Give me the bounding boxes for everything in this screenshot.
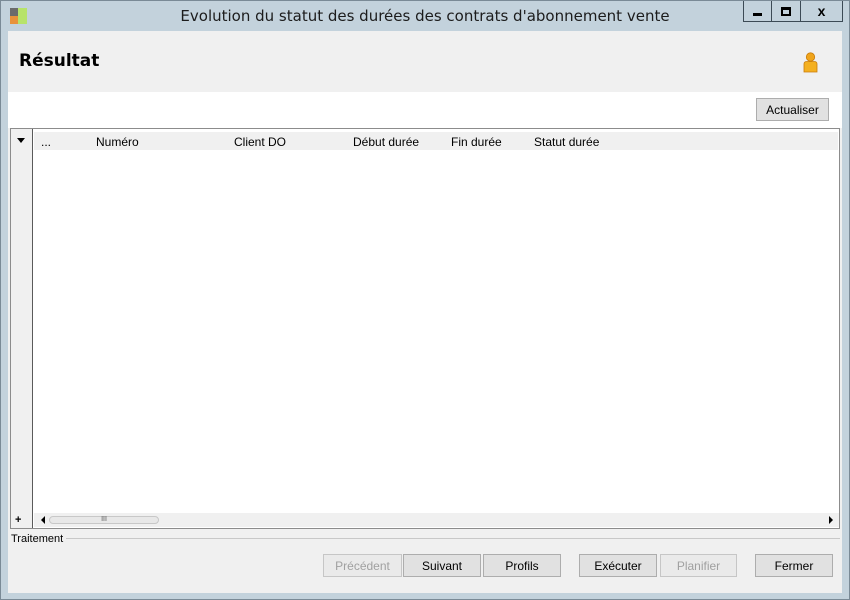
chevron-down-icon[interactable] bbox=[17, 138, 25, 143]
column-header-end[interactable]: Fin durée bbox=[451, 135, 502, 149]
title-bar[interactable]: Evolution du statut des durées des contr… bbox=[1, 1, 849, 31]
treatment-group: Traitement Précédent Suivant Profils Exé… bbox=[8, 531, 842, 593]
column-header-client[interactable]: Client DO bbox=[234, 135, 286, 149]
profiles-button[interactable]: Profils bbox=[483, 554, 561, 577]
refresh-button[interactable]: Actualiser bbox=[756, 98, 829, 121]
maximize-icon bbox=[781, 6, 791, 16]
client-area: Résultat Actualiser ... Numéro Client DO… bbox=[8, 31, 842, 593]
plan-button[interactable]: Planifier bbox=[660, 554, 737, 577]
page-title: Résultat bbox=[19, 51, 100, 71]
column-header-start[interactable]: Début durée bbox=[353, 135, 419, 149]
previous-button[interactable]: Précédent bbox=[323, 554, 402, 577]
grid-row-selector-column bbox=[11, 129, 33, 528]
close-button[interactable]: Fermer bbox=[755, 554, 833, 577]
close-window-button[interactable]: x bbox=[800, 1, 843, 22]
close-icon: x bbox=[817, 3, 826, 19]
header: Résultat bbox=[8, 31, 842, 92]
minimize-button[interactable] bbox=[743, 1, 771, 22]
column-header-more[interactable]: ... bbox=[41, 135, 51, 149]
column-header-number[interactable]: Numéro bbox=[96, 135, 139, 149]
maximize-button[interactable] bbox=[771, 1, 800, 22]
next-button[interactable]: Suivant bbox=[403, 554, 481, 577]
minimize-icon bbox=[753, 12, 762, 16]
scroll-right-icon[interactable] bbox=[829, 516, 833, 524]
scroll-left-icon[interactable] bbox=[41, 516, 45, 524]
treatment-label: Traitement bbox=[11, 533, 64, 545]
toolbar: Actualiser bbox=[8, 92, 842, 128]
column-header-status[interactable]: Statut durée bbox=[534, 135, 599, 149]
user-icon[interactable] bbox=[802, 52, 819, 73]
add-row-icon[interactable]: + bbox=[15, 514, 21, 526]
scrollbar-thumb[interactable]: III bbox=[49, 516, 159, 524]
grid-header-row: ... Numéro Client DO Début durée Fin dur… bbox=[34, 132, 838, 150]
execute-button[interactable]: Exécuter bbox=[579, 554, 657, 577]
window-title: Evolution du statut des durées des contr… bbox=[180, 7, 670, 25]
results-grid[interactable]: ... Numéro Client DO Début durée Fin dur… bbox=[10, 128, 840, 529]
dialog-window: Evolution du statut des durées des contr… bbox=[0, 0, 850, 600]
group-divider bbox=[66, 538, 840, 539]
